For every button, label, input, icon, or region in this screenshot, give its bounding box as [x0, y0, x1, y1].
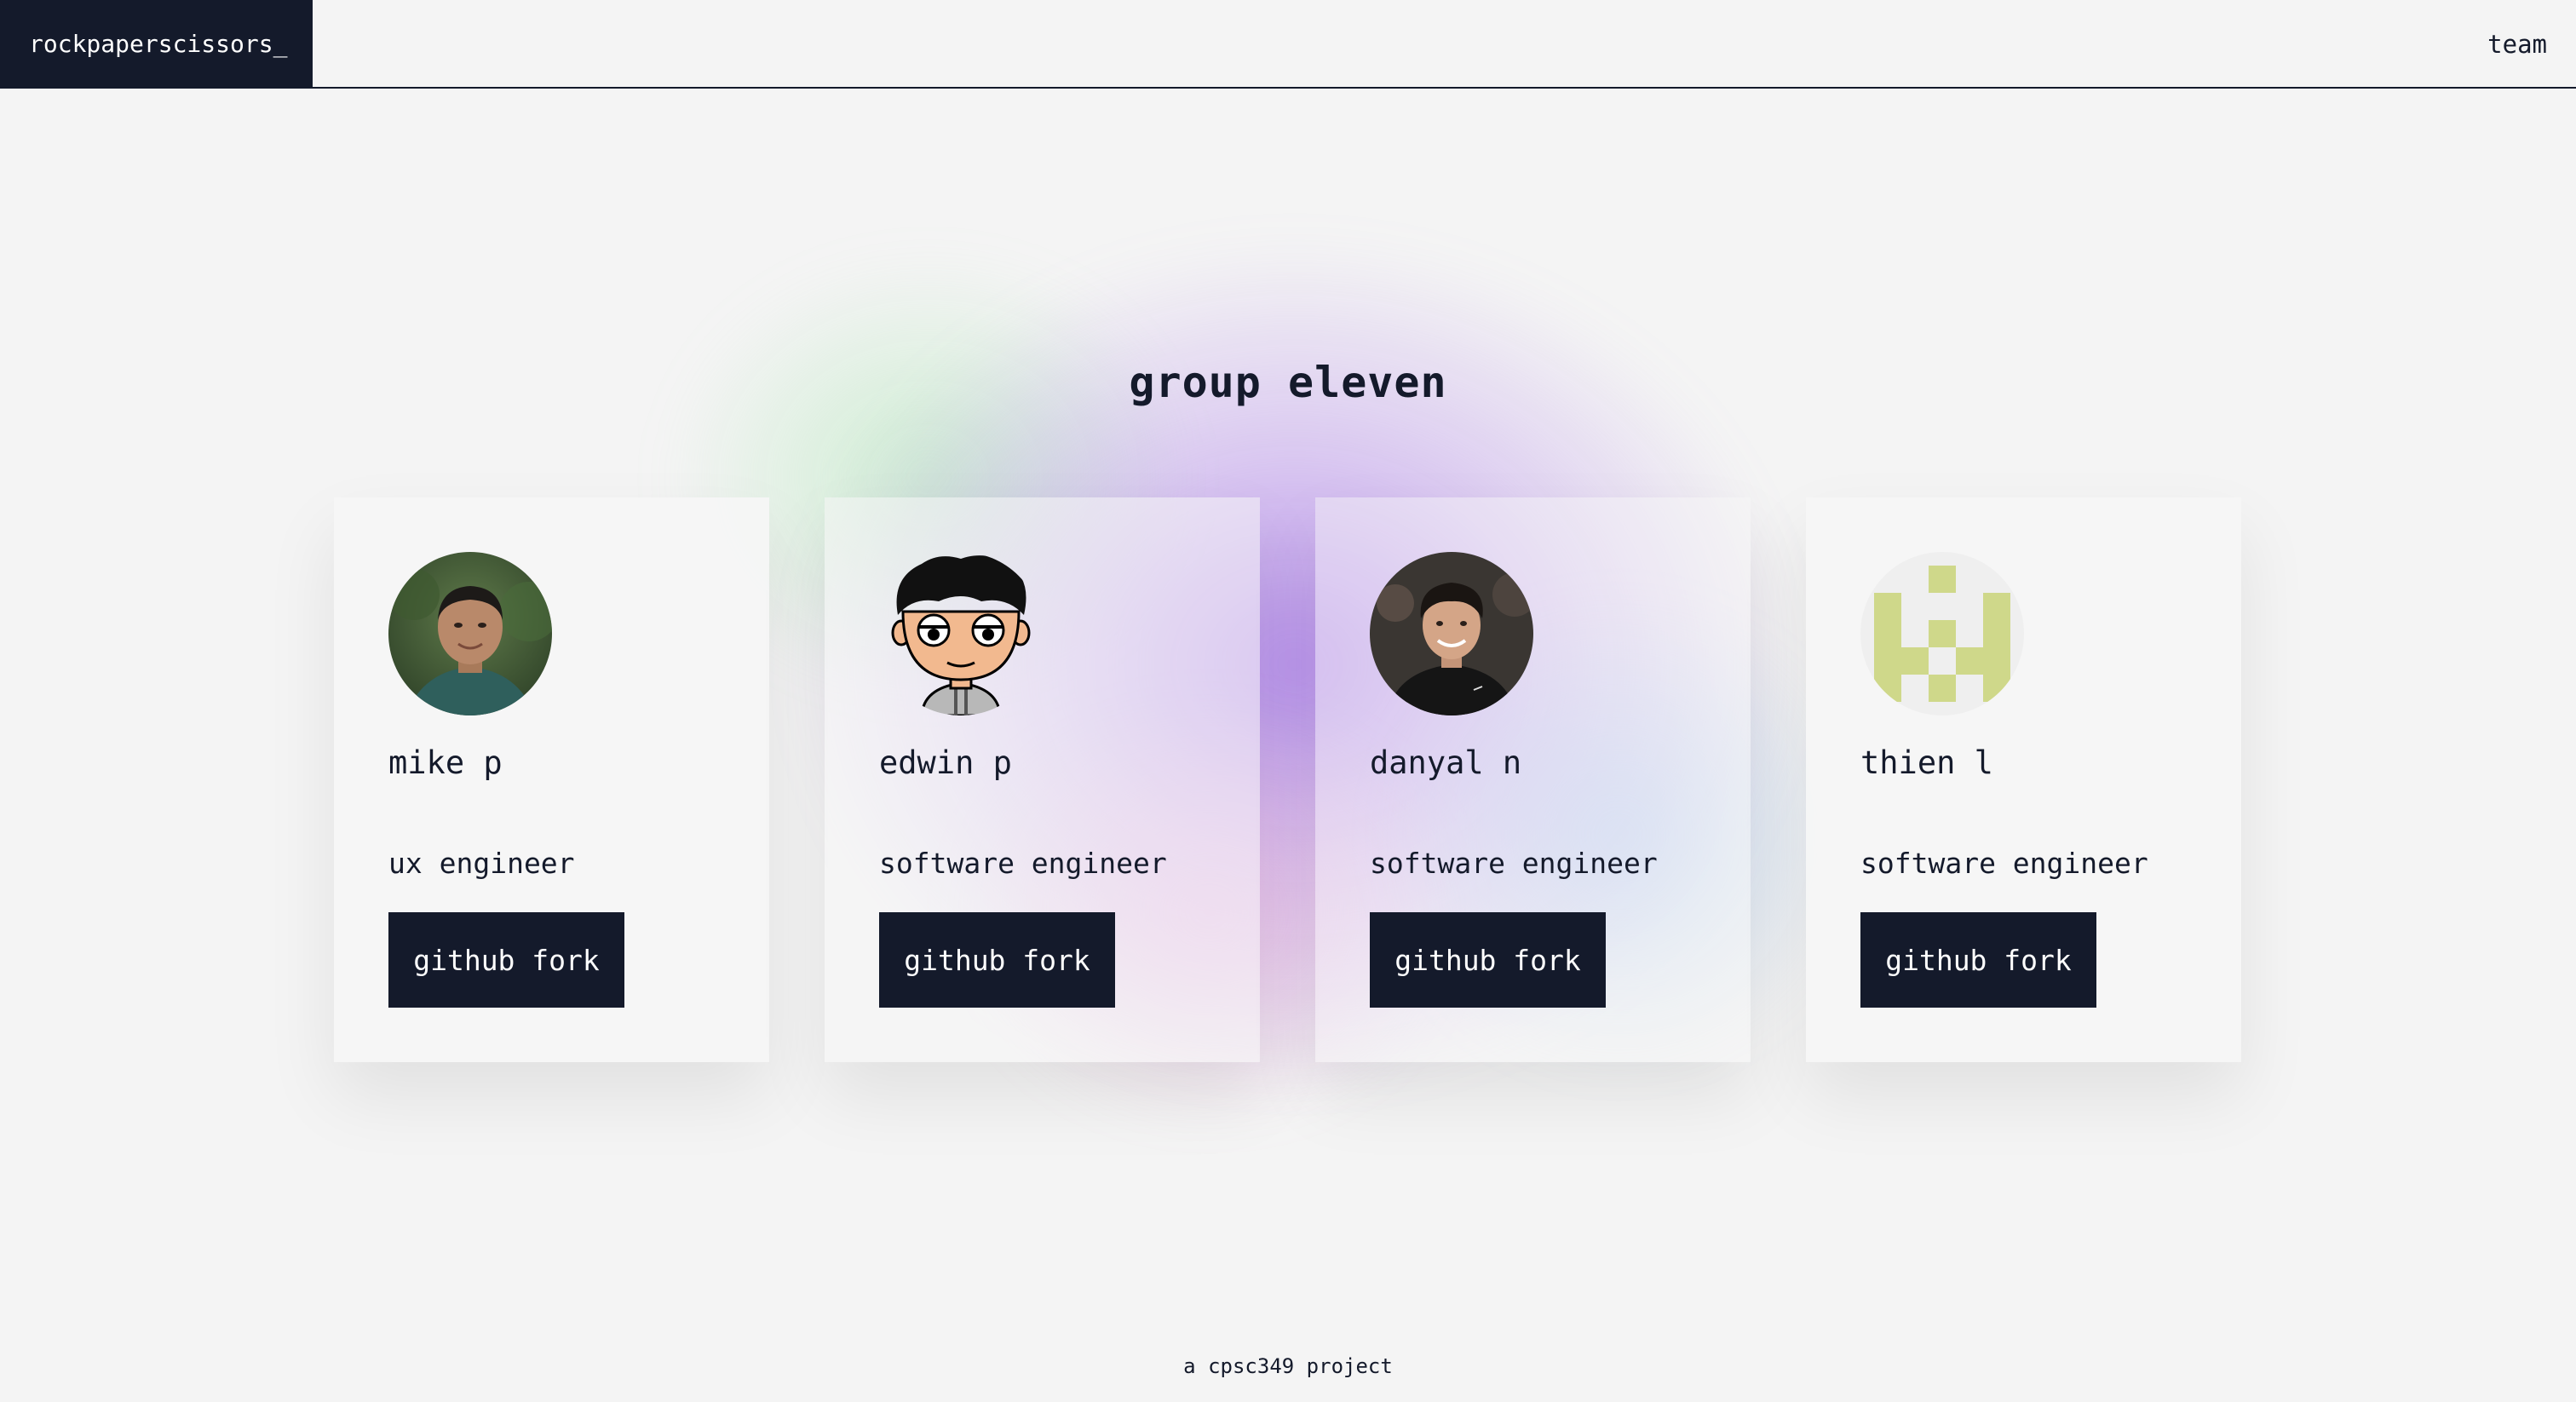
member-card: edwin p software engineer github fork — [825, 497, 1260, 1062]
brand-logo-link[interactable]: rockpaperscissors_ — [0, 0, 313, 89]
github-fork-button[interactable]: github fork — [1370, 912, 1606, 1008]
member-role: software engineer — [1370, 847, 1658, 880]
member-card: thien l software engineer github fork — [1806, 497, 2241, 1062]
member-role: ux engineer — [388, 847, 575, 880]
nav-link-team[interactable]: team — [2487, 0, 2547, 89]
github-fork-button[interactable]: github fork — [879, 912, 1115, 1008]
member-name: thien l — [1860, 744, 1993, 781]
member-card: danyal n software engineer github fork — [1315, 497, 1751, 1062]
top-navbar: rockpaperscissors_ team — [0, 0, 2576, 89]
github-fork-button[interactable]: github fork — [388, 912, 624, 1008]
member-role: software engineer — [879, 847, 1167, 880]
photo-avatar-icon — [388, 552, 552, 715]
identicon-avatar-icon — [1860, 552, 2024, 715]
member-name: mike p — [388, 744, 503, 781]
member-name: danyal n — [1370, 744, 1522, 781]
member-card: mike p ux engineer github fork — [334, 497, 769, 1062]
cartoon-avatar-icon — [879, 552, 1043, 715]
page-title: group eleven — [1129, 358, 1447, 407]
footer-text: a cpsc349 project — [1183, 1354, 1393, 1378]
github-fork-button[interactable]: github fork — [1860, 912, 2096, 1008]
photo-avatar-icon — [1370, 552, 1533, 715]
member-role: software engineer — [1860, 847, 2148, 880]
member-name: edwin p — [879, 744, 1012, 781]
